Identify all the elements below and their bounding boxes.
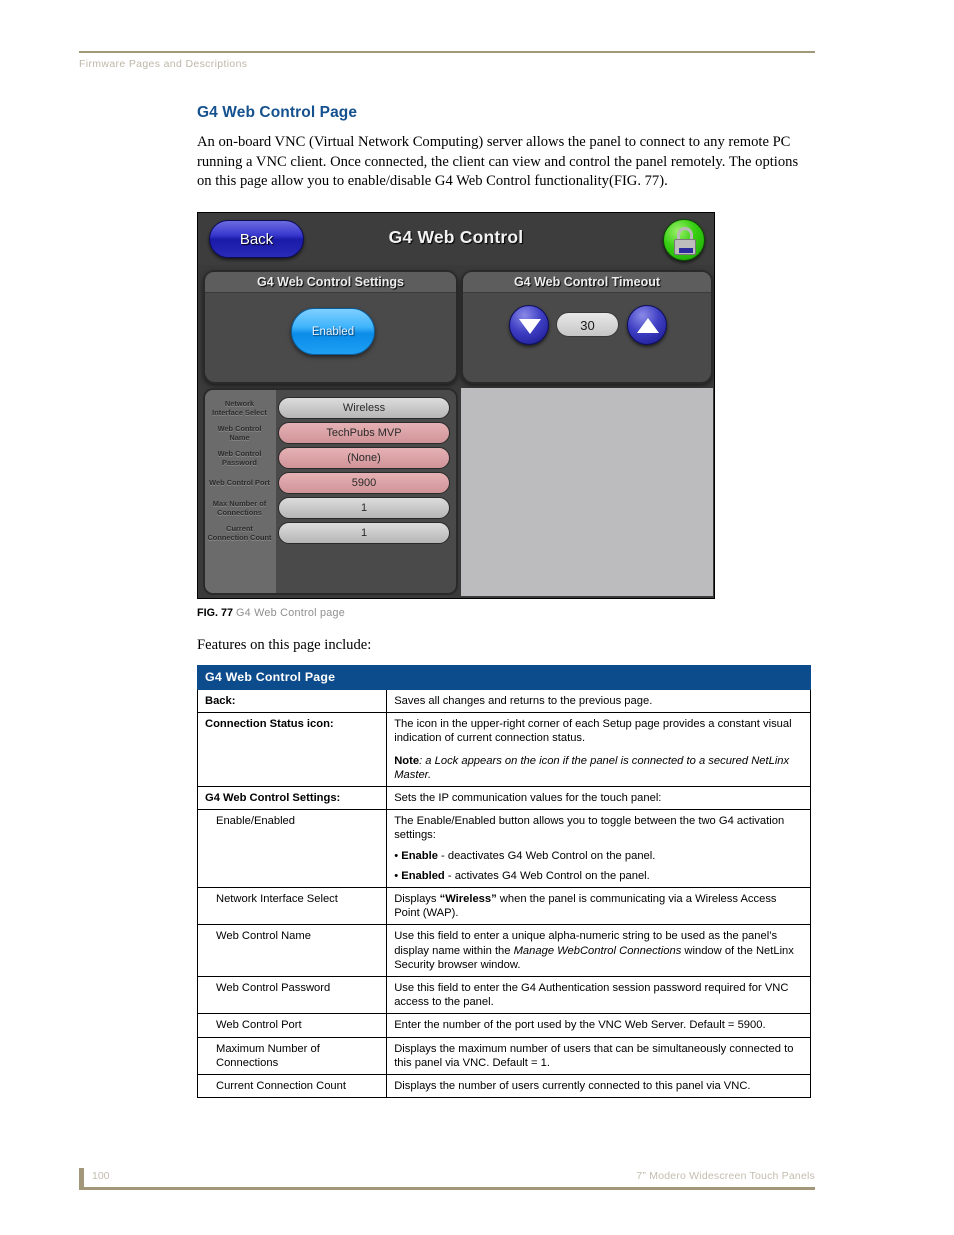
field-value-web-control-password[interactable]: (None) [278, 447, 450, 469]
footer-tan-tab [79, 1168, 84, 1187]
settings-group-title: G4 Web Control Settings [205, 272, 456, 293]
figure-description: G4 Web Control page [236, 607, 345, 619]
row-desc-web-control-port: Enter the number of the port used by the… [386, 1013, 811, 1038]
row-label-g4-settings: G4 Web Control Settings: [196, 786, 388, 811]
enable-bullet-1: • Enable - deactivates G4 Web Control on… [394, 849, 656, 862]
form-row: Max Number of Connections 1 [205, 496, 456, 521]
row-label-enable-enabled: Enable/Enabled [196, 809, 388, 889]
bullet-2-term: Enabled [401, 869, 445, 882]
footer-row: 100 7” Modero Widescreen Touch Panels [79, 1168, 815, 1187]
row-label-back: Back: [196, 688, 388, 714]
table-row: Web Control Password Use this field to e… [196, 976, 811, 1015]
device-settings-form-panel: Network Interface Select Wireless Web Con… [203, 388, 458, 595]
features-intro-line: Features on this page include: [197, 637, 372, 653]
form-row: Web Control Password (None) [205, 446, 456, 471]
row-desc-web-control-name: Use this field to enter a unique alpha-n… [386, 924, 811, 978]
enable-bullet-2: • Enabled - activates G4 Web Control on … [394, 869, 650, 882]
timeout-increment-button[interactable] [627, 305, 667, 345]
bullet-1-term: Enable [401, 849, 438, 862]
row-desc-web-control-password: Use this field to enter the G4 Authentic… [386, 976, 811, 1015]
footer-document-title: 7” Modero Widescreen Touch Panels [636, 1170, 815, 1182]
footer-page-number: 100 [92, 1170, 110, 1182]
timeout-decrement-button[interactable] [509, 305, 549, 345]
nis-pre: Displays [394, 893, 440, 906]
conn-desc-text: The icon in the upper-right corner of ea… [394, 718, 792, 745]
table-title: G4 Web Control Page [197, 665, 811, 690]
enable-toggle-button[interactable]: Enabled [291, 308, 375, 355]
form-row: Web Control Port 5900 [205, 471, 456, 496]
field-value-web-control-port[interactable]: 5900 [278, 472, 450, 494]
table-row: Connection Status icon: The icon in the … [196, 712, 811, 788]
field-value-network-interface-select[interactable]: Wireless [278, 397, 450, 419]
row-desc-back: Saves all changes and returns to the pre… [386, 688, 811, 714]
field-label-current-connection-count: Current Connection Count [207, 524, 272, 542]
page-footer: 100 7” Modero Widescreen Touch Panels [79, 1168, 815, 1190]
row-label-web-control-name: Web Control Name [196, 924, 388, 978]
field-label-web-control-port: Web Control Port [209, 478, 270, 488]
row-desc-connection-status: The icon in the upper-right corner of ea… [386, 712, 811, 788]
table-row: Enable/Enabled The Enable/Enabled button… [196, 809, 811, 889]
table-row: Maximum Number of Connections Displays t… [196, 1036, 811, 1076]
triangle-up-icon [637, 318, 659, 333]
wcn-italic: Manage WebControl Connections [513, 944, 682, 957]
table-row: Web Control Name Use this field to enter… [196, 924, 811, 978]
row-label-current-connection-count: Current Connection Count [196, 1074, 388, 1099]
device-screenshot-figure: Back G4 Web Control G4 Web Control Setti… [197, 212, 715, 599]
running-head-text: Firmware Pages and Descriptions [79, 58, 248, 70]
table-row: Back: Saves all changes and returns to t… [196, 688, 811, 714]
device-empty-right-area [461, 388, 713, 596]
form-row: Web Control Name TechPubs MVP [205, 421, 456, 446]
device-page-title: G4 Web Control [388, 227, 524, 247]
row-desc-current-connection-count: Displays the number of users currently c… [386, 1074, 811, 1099]
row-label-web-control-port: Web Control Port [196, 1013, 388, 1038]
page-running-header: Firmware Pages and Descriptions [79, 51, 815, 70]
footer-rule [79, 1187, 815, 1190]
row-label-network-interface-select: Network Interface Select [196, 887, 388, 926]
table-row: Current Connection Count Displays the nu… [196, 1074, 811, 1099]
timeout-group-title: G4 Web Control Timeout [463, 272, 711, 293]
field-label-web-control-name: Web Control Name [217, 424, 262, 442]
field-label-max-number-of-connections: Max Number of Connections [212, 499, 267, 517]
page-title: G4 Web Control Page [197, 104, 358, 121]
field-value-max-number-of-connections[interactable]: 1 [278, 497, 450, 519]
row-desc-maximum-number-of-connections: Displays the maximum number of users tha… [386, 1036, 811, 1076]
triangle-down-icon [519, 319, 541, 334]
g4-web-control-timeout-group: G4 Web Control Timeout 30 [461, 270, 713, 384]
field-label-web-control-password: Web Control Password [217, 449, 262, 467]
form-row: Network Interface Select Wireless [205, 396, 456, 421]
row-desc-network-interface-select: Displays “Wireless” when the panel is co… [386, 887, 811, 926]
device-titlebar: Back G4 Web Control [198, 213, 714, 265]
bullet-1-text: - deactivates G4 Web Control on the pane… [437, 849, 656, 862]
row-desc-enable-enabled: The Enable/Enabled button allows you to … [386, 809, 811, 889]
note-prefix: Note [394, 754, 420, 767]
nis-bold: “Wireless” [439, 893, 497, 906]
lock-body-icon [674, 239, 696, 255]
timeout-value-field[interactable]: 30 [556, 312, 619, 337]
figure-caption: FIG. 77 G4 Web Control page [197, 607, 345, 619]
bullet-2-text: - activates G4 Web Control on the panel. [444, 869, 650, 882]
field-value-current-connection-count[interactable]: 1 [278, 522, 450, 544]
table-row: Network Interface Select Displays “Wirel… [196, 887, 811, 926]
content-column: G4 Web Control Page An on-board VNC (Vir… [197, 104, 811, 192]
table-row: Web Control Port Enter the number of the… [196, 1013, 811, 1038]
row-label-maximum-number-of-connections: Maximum Number of Connections [196, 1036, 388, 1076]
figure-number: FIG. 77 [197, 607, 234, 619]
table-row: G4 Web Control Settings: Sets the IP com… [196, 786, 811, 811]
note-text: : a Lock appears on the icon if the pane… [394, 754, 790, 781]
intro-paragraph: An on-board VNC (Virtual Network Computi… [197, 134, 799, 189]
features-table: G4 Web Control Page Back: Saves all chan… [196, 665, 811, 1099]
row-desc-g4-settings: Sets the IP communication values for the… [386, 786, 811, 811]
field-value-web-control-name[interactable]: TechPubs MVP [278, 422, 450, 444]
row-label-connection-status: Connection Status icon: [196, 712, 388, 788]
conn-note: Note: a Lock appears on the icon if the … [394, 754, 804, 782]
table-header-row: G4 Web Control Page [197, 665, 811, 690]
form-row: Current Connection Count 1 [205, 521, 456, 546]
g4-web-control-settings-group: G4 Web Control Settings Enabled [203, 270, 458, 384]
row-label-web-control-password: Web Control Password [196, 976, 388, 1015]
field-label-network-interface-select: Network Interface Select [212, 399, 267, 417]
enable-desc-text: The Enable/Enabled button allows you to … [394, 815, 785, 842]
connection-status-lock-icon [663, 219, 705, 261]
